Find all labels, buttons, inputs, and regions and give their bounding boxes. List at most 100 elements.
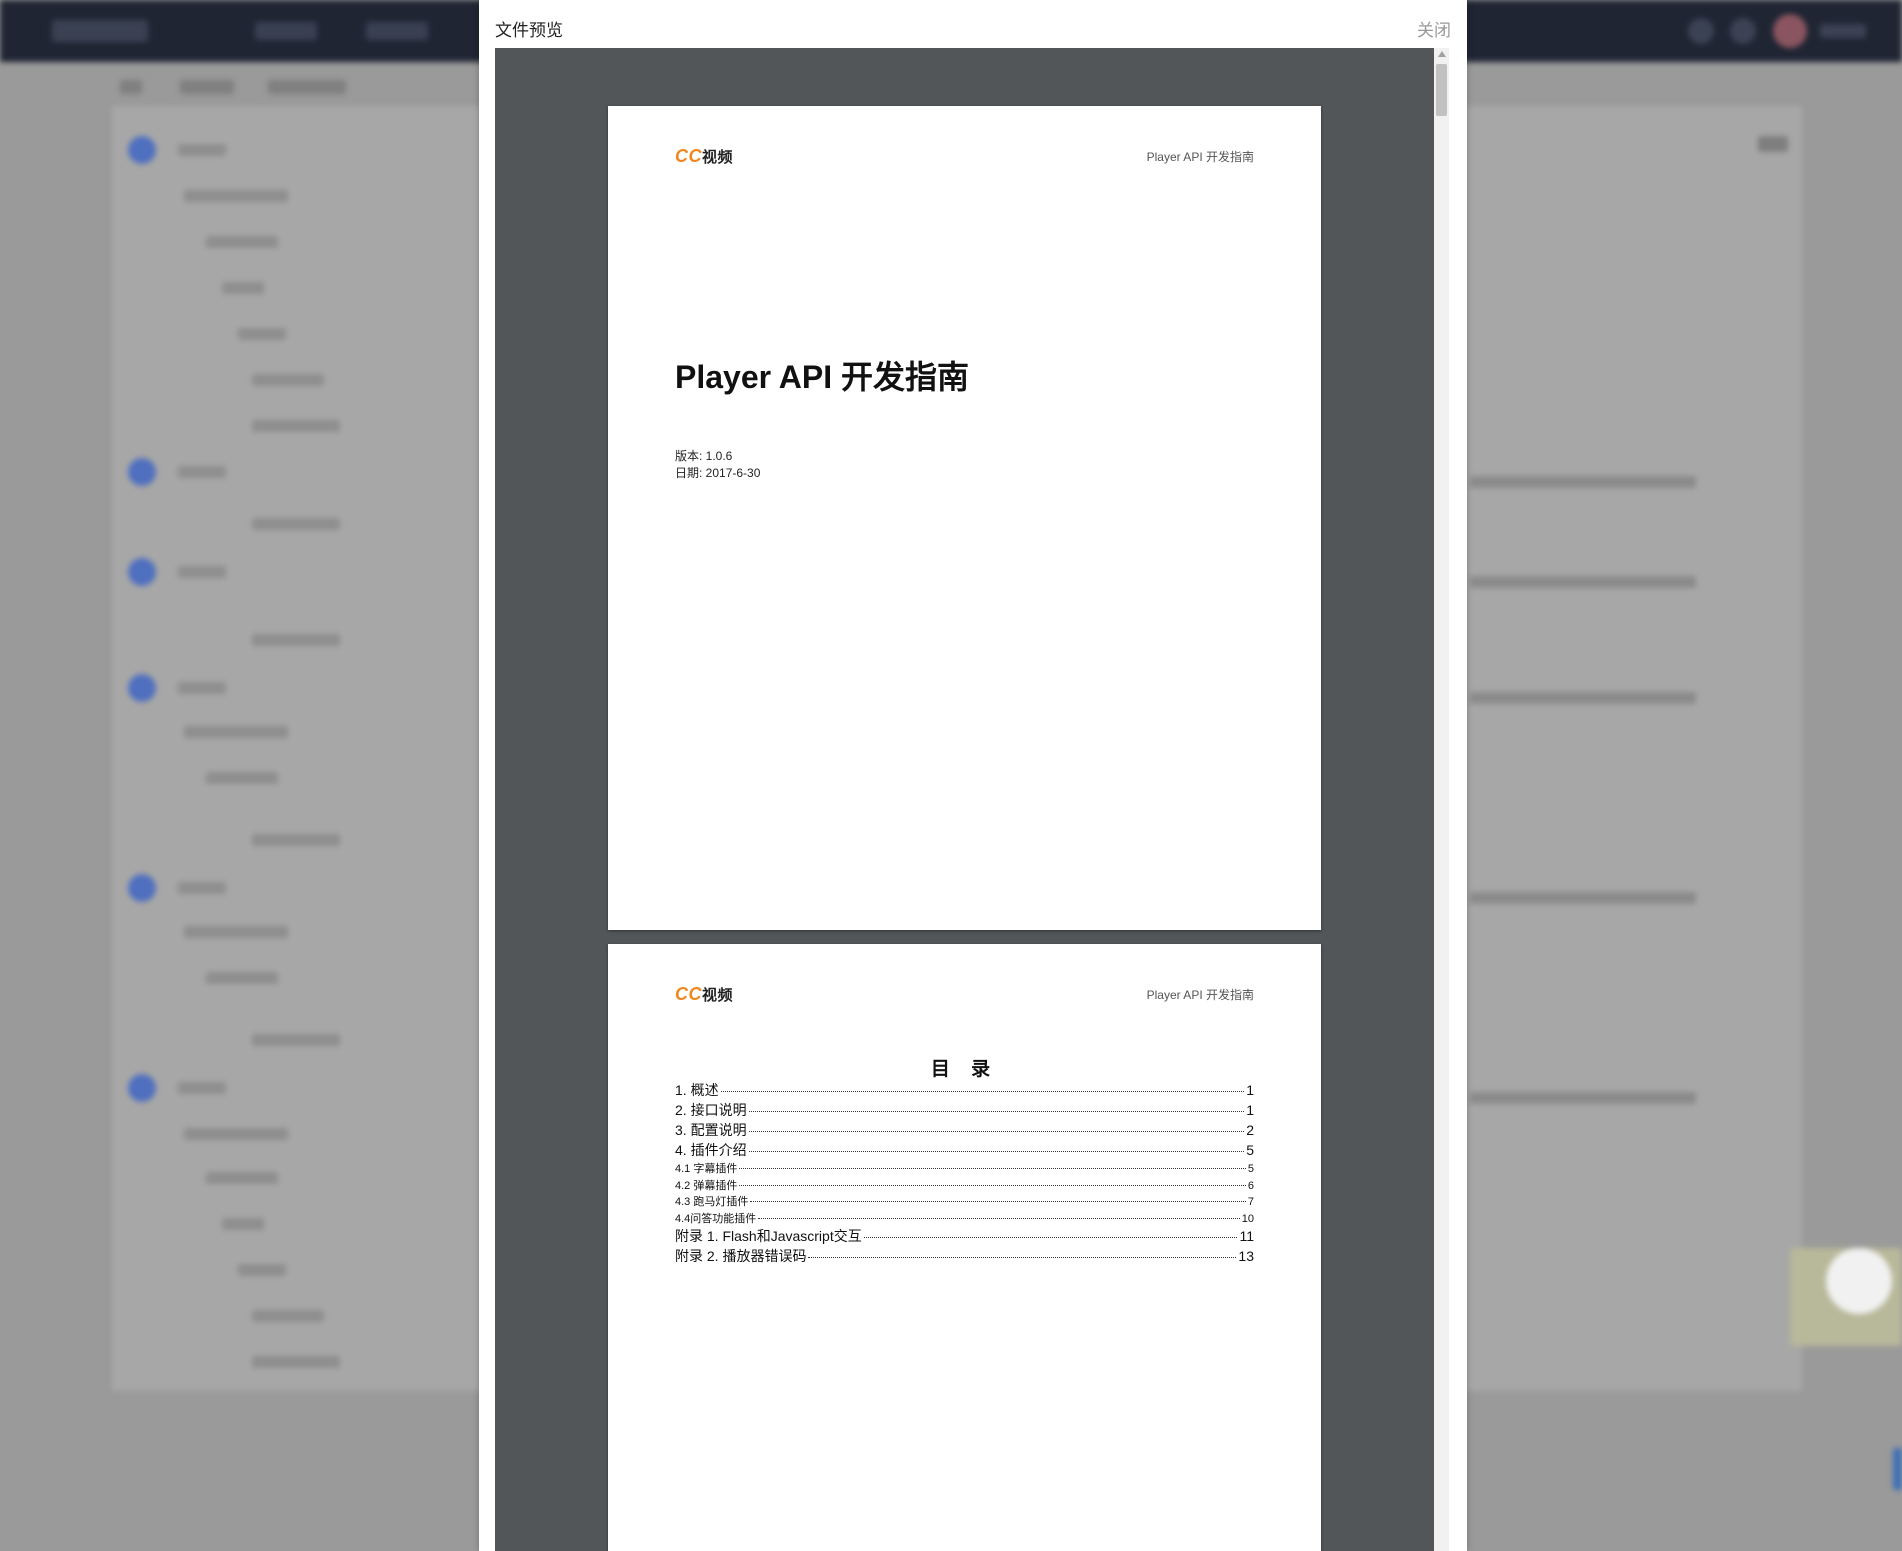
toc-entry[interactable]: 4.1 字幕插件 5 [675,1160,1254,1177]
toc-entry-page: 1 [1246,1082,1254,1098]
modal-header: 文件预览 关闭 [479,0,1467,48]
tree-item [252,1310,324,1322]
viewer-scrollbar[interactable] [1434,48,1449,1551]
toc-leader-dots [808,1257,1237,1258]
toc-leader-dots [739,1168,1246,1169]
row-meta [1470,1092,1696,1104]
row-meta [1470,576,1696,588]
toc-leader-dots [758,1217,1240,1219]
toc-entry-page: 6 [1247,1179,1254,1192]
toc-entry-title: 4.4问答功能插件 [675,1212,757,1225]
tree-item [184,1128,288,1140]
username[interactable] [1820,24,1866,38]
tree-item [206,772,278,784]
tree-item [178,682,226,694]
pdf-page-cover: CC视频 Player API 开发指南 Player API 开发指南 版本:… [608,106,1321,930]
row-meta [1470,892,1696,904]
tree-item [178,1082,226,1094]
tree-item [206,236,278,248]
pdf-page-toc: CC视频 Player API 开发指南 目 录 1. 概述 1 2. 接口说明 1 3… [608,944,1321,1551]
tree-item [184,726,288,738]
app-logo [52,20,148,42]
tree-item [184,190,288,202]
table-of-contents: 1. 概述 1 2. 接口说明 1 3. 配置说明 2 4. 插件介绍 5 4.1 字幕插件 5 4… [675,1080,1254,1266]
tree-item [206,1172,278,1184]
toc-entry[interactable]: 2. 接口说明 1 [675,1100,1254,1120]
panel-action-button[interactable] [1758,136,1788,152]
breadcrumb[interactable] [180,80,234,94]
toc-entry-title: 1. 概述 [675,1082,719,1098]
toc-entry-page: 13 [1238,1248,1254,1264]
tree-item [252,634,340,646]
scroll-up-icon[interactable] [1438,51,1446,57]
breadcrumb[interactable] [120,80,142,94]
toc-leader-dots [750,1201,1246,1202]
brand-logo-cc: CC [675,984,702,1004]
toc-entry-title: 附录 2. 播放器错误码 [675,1248,807,1264]
nav-item[interactable] [366,22,428,40]
tree-item [184,926,288,938]
toc-entry-page: 5 [1247,1163,1254,1175]
notification-icon[interactable] [1730,18,1756,44]
toc-entry[interactable]: 附录 1. Flash和Javascript交互 11 [675,1226,1254,1246]
tree-item [252,834,340,846]
page-header-title: Player API 开发指南 [1146,988,1254,1002]
tree-item [252,1356,340,1368]
page-header-title: Player API 开发指南 [1146,150,1254,164]
row-meta [1470,476,1696,488]
close-button[interactable]: 关闭 [1417,16,1451,41]
step-marker [128,674,156,702]
tree-item [178,466,226,478]
toc-entry[interactable]: 4. 插件介绍 5 [675,1140,1254,1160]
toc-heading: 目 录 [930,1059,999,1080]
breadcrumb [268,80,346,94]
tree-item [252,374,324,386]
toc-leader-dots [748,1111,1245,1112]
toc-entry-page: 1 [1246,1102,1254,1118]
brand-logo-text: 视频 [702,987,734,1004]
toc-entry-title: 4.3 跑马灯插件 [675,1196,749,1208]
toc-leader-dots [748,1151,1245,1152]
tree-item [222,282,264,294]
step-marker [128,874,156,902]
toc-entry[interactable]: 1. 概述 1 [675,1080,1254,1100]
step-marker [128,558,156,586]
step-marker [128,458,156,486]
brand-logo-cc: CC [675,146,702,166]
toc-entry-page: 5 [1246,1142,1254,1158]
document-date: 日期: 2017-6-30 [675,466,761,480]
toc-leader-dots [748,1131,1245,1132]
toc-entry-page: 2 [1246,1122,1254,1138]
tree-item [222,1218,264,1230]
tree-item [252,1034,340,1046]
toc-entry-title: 4. 插件介绍 [675,1142,747,1158]
tree-item [252,420,340,432]
pdf-viewer[interactable]: CC视频 Player API 开发指南 Player API 开发指南 版本:… [495,48,1449,1551]
help-icon[interactable] [1688,18,1714,44]
toc-leader-dots [720,1091,1245,1092]
tree-item [238,328,286,340]
avatar[interactable] [1773,14,1807,48]
file-preview-modal: 文件预览 关闭 CC视频 Player API 开发指南 Player API … [479,0,1467,1551]
tree-item [252,518,340,530]
tree-item [178,566,226,578]
toc-leader-dots [739,1184,1246,1186]
floating-assistant-ball[interactable] [1826,1248,1892,1314]
toc-entry-title: 附录 1. Flash和Javascript交互 [675,1228,862,1244]
side-feedback-tab[interactable] [1893,1448,1902,1490]
tree-item [178,144,226,156]
toc-entry[interactable]: 4.2 弹幕插件 6 [675,1177,1254,1194]
brand-logo: CC视频 [675,146,733,167]
scroll-thumb[interactable] [1436,64,1447,116]
document-title: Player API 开发指南 [675,359,970,395]
toc-entry-page: 11 [1239,1228,1254,1244]
tree-item [178,882,226,894]
nav-item[interactable] [255,22,317,40]
toc-entry[interactable]: 3. 配置说明 2 [675,1120,1254,1140]
tree-item [238,1264,286,1276]
toc-entry[interactable]: 4.3 跑马灯插件 7 [675,1193,1254,1210]
step-marker [128,1074,156,1102]
toc-entry[interactable]: 4.4问答功能插件 10 [675,1210,1254,1227]
toc-entry[interactable]: 附录 2. 播放器错误码 13 [675,1246,1254,1266]
toc-entry-page: 10 [1241,1212,1254,1225]
